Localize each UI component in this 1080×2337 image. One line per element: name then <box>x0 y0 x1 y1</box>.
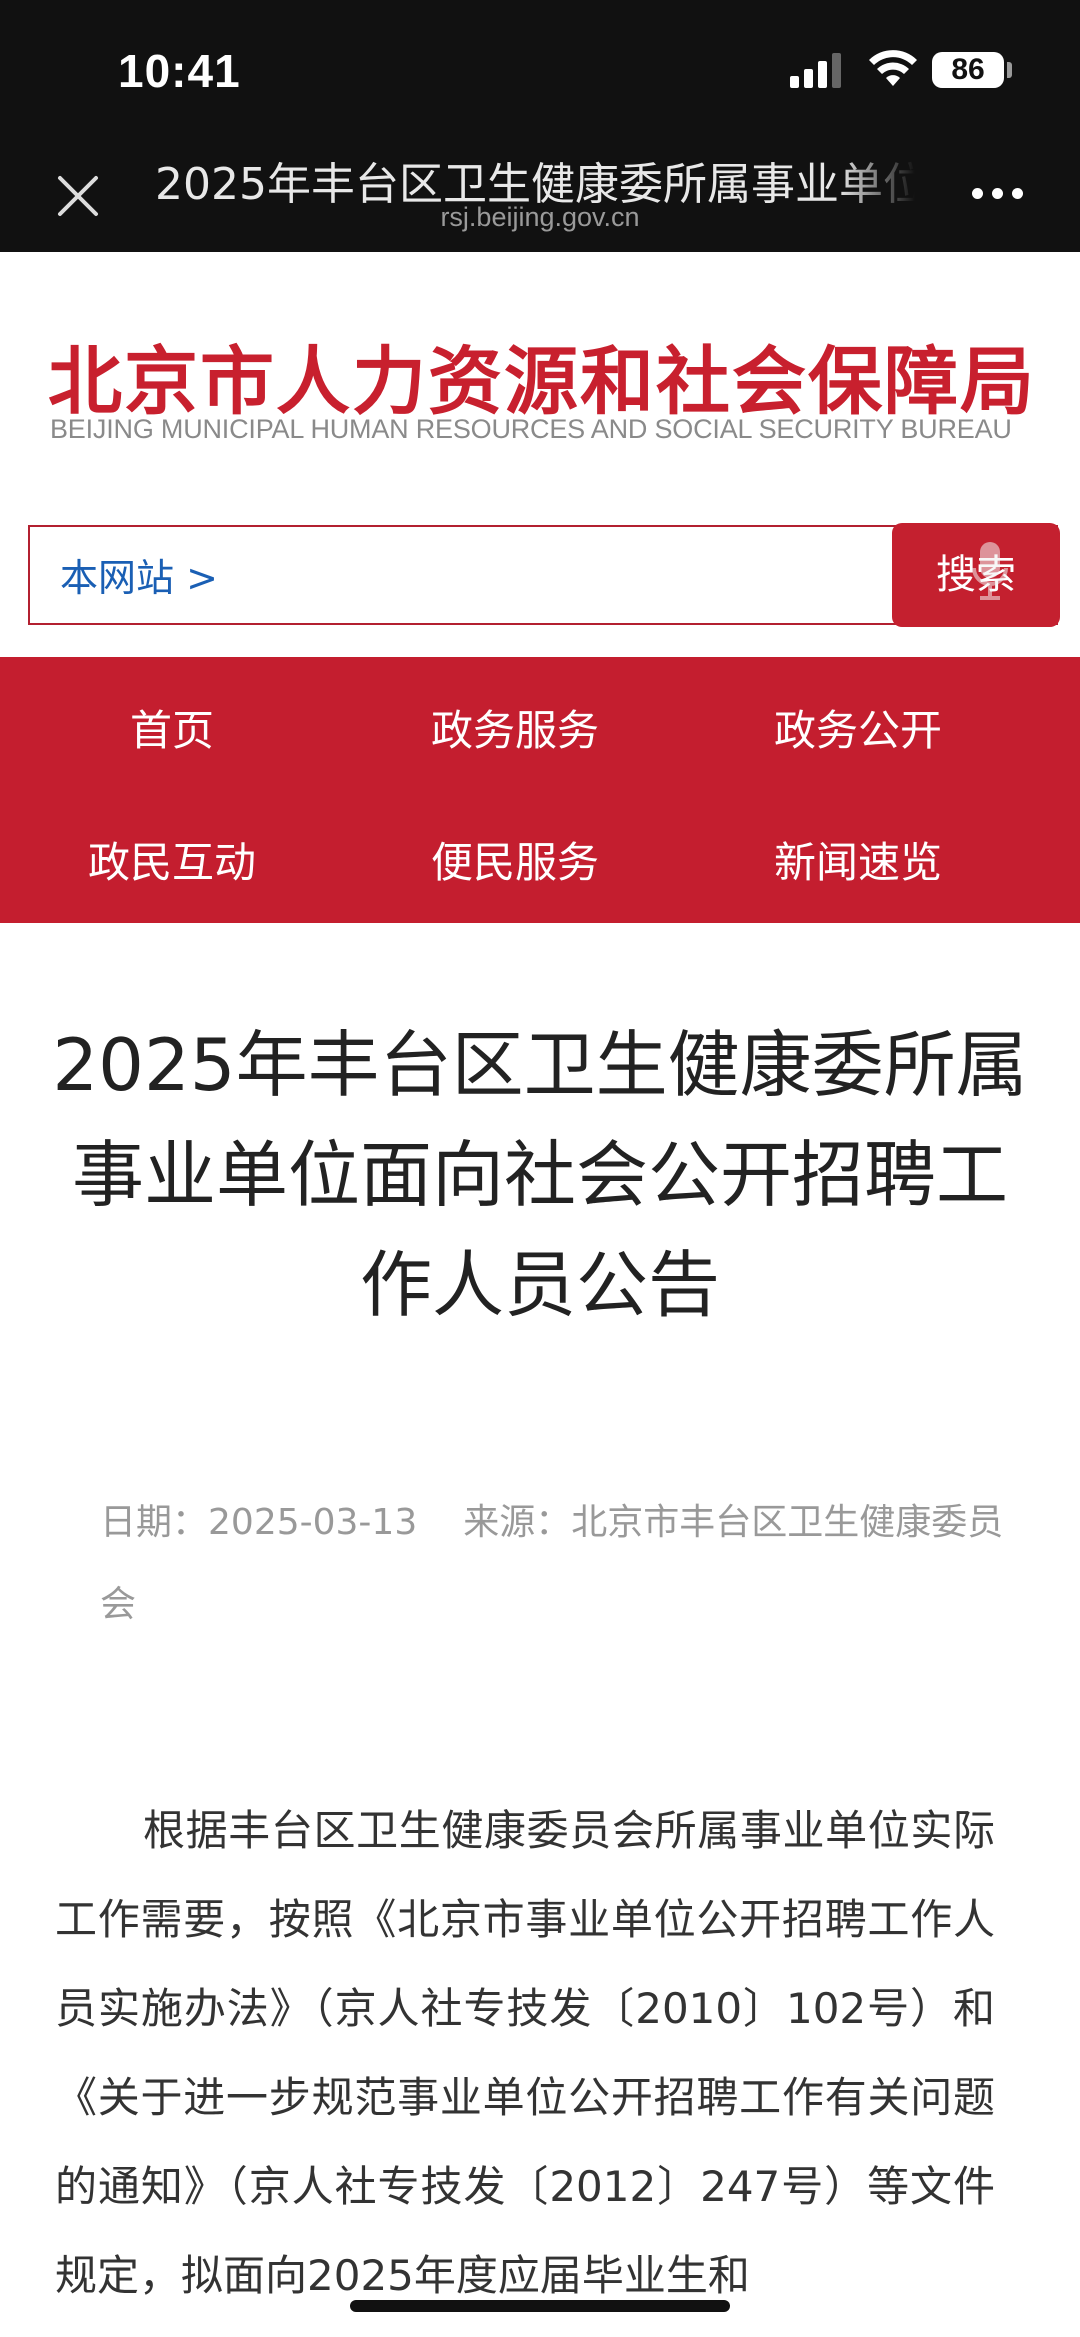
nav-item-government-affairs[interactable]: 政务公开 <box>688 697 1028 758</box>
nav-item-government-services[interactable]: 政务服务 <box>345 697 685 758</box>
article-title: 2025年丰台区卫生健康委所属事业单位面向社会公开招聘工作人员公告 <box>52 1023 1028 1327</box>
status-time: 10:41 <box>118 45 241 97</box>
nav-item-public-services[interactable]: 便民服务 <box>345 829 685 890</box>
site-header: 北京市人力资源和社会保障局 BEIJING MUNICIPAL HUMAN RE… <box>0 252 1080 522</box>
article-date: 2025-03-13 <box>208 1502 418 1543</box>
nav-item-interaction[interactable]: 政民互动 <box>2 829 342 890</box>
more-icon[interactable] <box>972 184 1032 208</box>
site-logo-cn[interactable]: 北京市人力资源和社会保障局 <box>48 322 1036 429</box>
browser-url: rsj.beijing.gov.cn <box>440 202 640 232</box>
site-logo-en: BEIJING MUNICIPAL HUMAN RESOURCES AND SO… <box>50 414 1012 444</box>
battery-icon: 86 <box>932 52 1004 88</box>
home-indicator[interactable] <box>350 2300 730 2312</box>
wifi-icon <box>869 50 917 86</box>
search-scope-selector[interactable]: 本网站 > <box>60 547 218 602</box>
main-nav: 首页 政务服务 政务公开 政民互动 便民服务 新闻速览 <box>0 657 1080 923</box>
browser-title-bar: 2025年丰台区卫生健康委所属事业单位面向社会公开招聘工作人员公告 rsj.be… <box>0 140 1080 252</box>
nav-item-home[interactable]: 首页 <box>2 697 342 758</box>
source-label: 来源： <box>463 1502 572 1543</box>
article-meta: 日期：2025-03-13 来源：北京市丰台区卫生健康委员会 <box>100 1482 1020 1646</box>
microphone-icon <box>972 542 1008 600</box>
date-label: 日期： <box>100 1502 209 1543</box>
article-body: 根据丰台区卫生健康委员会所属事业单位实际工作需要，按照《北京市事业单位公开招聘工… <box>55 1806 995 2300</box>
nav-item-news[interactable]: 新闻速览 <box>688 829 1028 890</box>
battery-tip <box>1007 62 1012 78</box>
cellular-signal-icon <box>790 53 841 88</box>
status-bar: 10:41 86 <box>0 0 1080 140</box>
